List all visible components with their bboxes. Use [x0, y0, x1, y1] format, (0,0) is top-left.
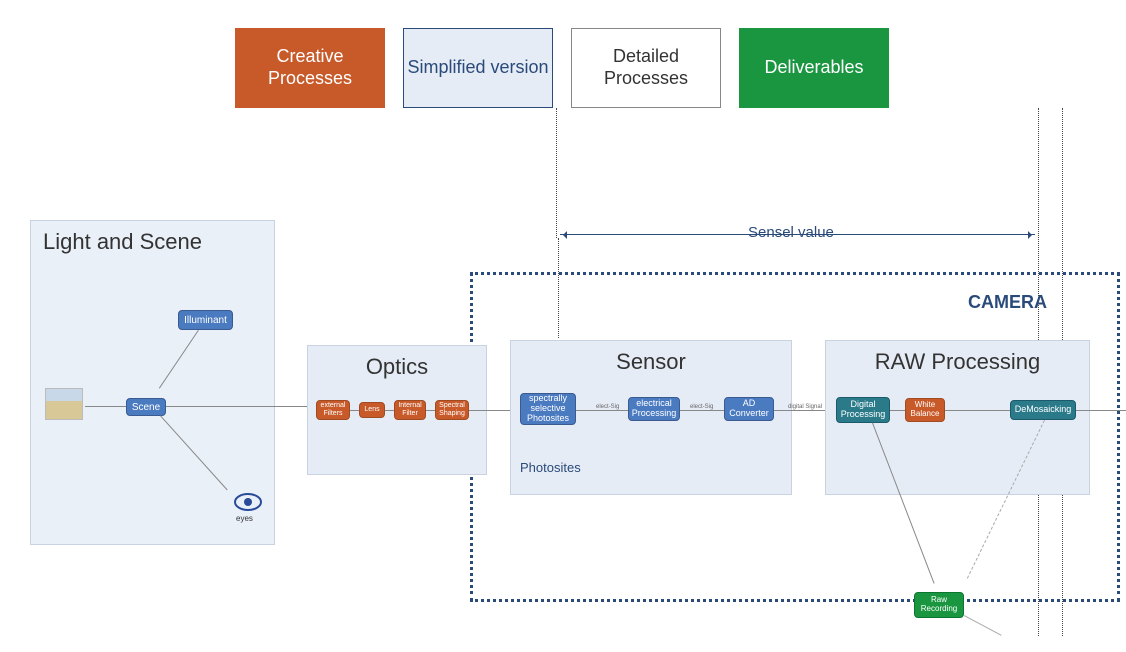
flow-digital-signal: digital Signal	[788, 404, 822, 410]
node-demosaicking: DeMosaicking	[1010, 400, 1076, 420]
node-digital-processing: Digital Processing	[836, 397, 890, 423]
legend-simplified: Simplified version	[403, 28, 553, 108]
legend-creative: Creative Processes	[235, 28, 385, 108]
connector-scene-optics	[166, 406, 307, 407]
node-lens: Lens	[359, 402, 385, 418]
connector-raw-2	[945, 410, 1010, 411]
node-ad-converter: AD Converter	[724, 397, 774, 421]
node-photosites: spectrally selective Photosites	[520, 393, 576, 425]
connector-sensor-1	[576, 410, 628, 411]
connector-raw-recording-out	[964, 615, 1002, 636]
connector-raw-1	[890, 410, 905, 411]
scene-photo-thumbnail	[45, 388, 83, 420]
eyes-label: eyes	[236, 514, 253, 523]
connector-optics-3	[426, 410, 435, 411]
guide-line-1	[556, 108, 557, 238]
node-white-balance: White Balance	[905, 398, 945, 422]
connector-photo-scene	[85, 406, 126, 407]
node-raw-recording: Raw Recording	[914, 592, 964, 618]
connector-optics-2	[385, 410, 394, 411]
photosites-label: Photosites	[520, 460, 581, 475]
node-electrical-processing: electrical Processing	[628, 397, 680, 421]
panel-sensor-title: Sensor	[511, 341, 791, 383]
node-scene: Scene	[126, 398, 166, 416]
connector-raw-out	[1076, 410, 1126, 411]
legend-deliverables: Deliverables	[739, 28, 889, 108]
connector-sensor-2	[680, 410, 724, 411]
flow-elect-sig-2: elect-Sig	[690, 404, 713, 410]
node-external-filters: external Filters	[316, 400, 350, 420]
guide-line-1b	[558, 238, 559, 338]
camera-label: CAMERA	[968, 292, 1047, 313]
node-illuminant: Illuminant	[178, 310, 233, 330]
node-spectral-shaping: Spectral Shaping	[435, 400, 469, 420]
flow-elect-sig-1: elect-Sig	[596, 404, 619, 410]
node-internal-filter: Internal Filter	[394, 400, 426, 420]
panel-optics-title: Optics	[308, 346, 486, 388]
sensel-label: Sensel value	[748, 224, 834, 241]
connector-optics-1	[350, 410, 359, 411]
legend-detailed: Detailed Processes	[571, 28, 721, 108]
legend-row: Creative Processes Simplified version De…	[235, 28, 889, 108]
panel-raw-title: RAW Processing	[826, 341, 1089, 383]
eye-icon	[234, 492, 262, 512]
panel-light-title: Light and Scene	[31, 221, 274, 263]
